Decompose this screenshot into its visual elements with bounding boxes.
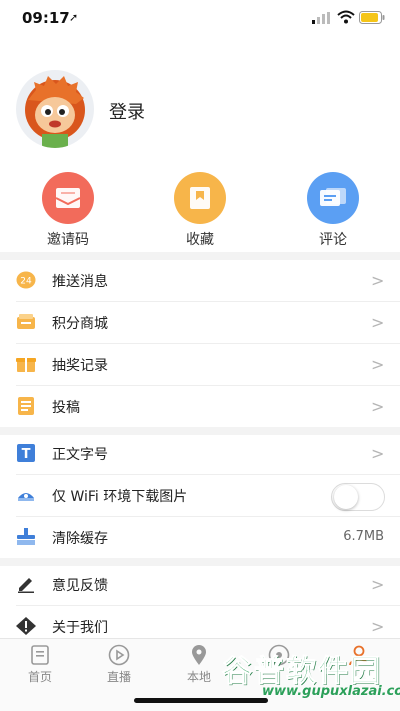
profile-header[interactable]: 登录 [0, 70, 400, 150]
svg-text:24: 24 [20, 277, 32, 287]
menu-label: 积分商城 [52, 316, 108, 332]
shortcut-label: 邀请码 [47, 232, 89, 248]
pencil-icon [18, 578, 34, 593]
menu-item-lottery-records[interactable]: 抽奖记录 > [0, 343, 400, 385]
shortcut-label: 收藏 [186, 232, 214, 248]
favorites-shortcut[interactable]: 收藏 [155, 172, 245, 249]
invite-code-shortcut[interactable]: 邀请码 [23, 172, 113, 249]
site-watermark: 谷普软件园 www.gupuxlazai.com [218, 646, 400, 706]
tab-label: 直播 [106, 670, 131, 684]
chevron-right-icon: > [371, 444, 385, 463]
chevron-right-icon: > [371, 271, 385, 290]
cache-size-value: 6.7MB [343, 529, 384, 544]
envelope-icon [42, 172, 94, 224]
comment-icon [307, 172, 359, 224]
location-arrow-icon: ➚ [69, 11, 79, 24]
tab-live[interactable]: 直播 [89, 643, 149, 685]
avatar[interactable] [16, 70, 94, 148]
signal-icon [312, 12, 330, 24]
tab-label: 首页 [27, 670, 52, 684]
chevron-right-icon: > [371, 313, 385, 332]
menu-label: 清除缓存 [52, 531, 108, 547]
menu-label: 仅 WiFi 环境下载图片 [52, 489, 188, 505]
home-indicator [134, 698, 268, 703]
menu-item-wifi-images: 仅 WiFi 环境下载图片 [0, 474, 400, 516]
menu-item-font-size[interactable]: T 正文字号 > [0, 432, 400, 474]
status-bar: 09:17 ➚ [0, 0, 400, 40]
menu-item-push-messages[interactable]: 24 推送消息 > [0, 259, 400, 301]
clear-cache-icon [17, 528, 35, 545]
menu-item-feedback[interactable]: 意见反馈 > [0, 563, 400, 605]
play-icon [108, 644, 130, 666]
shortcut-label: 评论 [319, 232, 347, 248]
wifi-images-toggle[interactable] [331, 483, 385, 511]
bookmark-icon [174, 172, 226, 224]
tab-home[interactable]: 首页 [10, 643, 70, 685]
menu-label: 意见反馈 [52, 578, 108, 594]
push-message-icon: 24 [16, 271, 36, 289]
menu-item-submission[interactable]: 投稿 > [0, 385, 400, 427]
menu-item-points-mall[interactable]: 积分商城 > [0, 301, 400, 343]
watermark-url: www.gupuxlazai.com [262, 684, 400, 699]
menu-label: 正文字号 [52, 447, 108, 463]
comments-shortcut[interactable]: 评论 [288, 172, 378, 249]
chevron-right-icon: > [371, 575, 385, 594]
chevron-right-icon: > [371, 355, 385, 374]
login-link[interactable]: 登录 [109, 98, 145, 124]
gift-icon [16, 358, 36, 372]
document-icon [18, 397, 34, 415]
battery-icon [359, 11, 385, 24]
wifi-icon [337, 10, 355, 24]
menu-label: 投稿 [52, 400, 80, 416]
menu-label: 推送消息 [52, 274, 108, 290]
points-mall-icon [17, 314, 35, 329]
chevron-right-icon: > [371, 397, 385, 416]
text-size-icon: T [17, 444, 35, 462]
lion-mascot-avatar-icon [25, 76, 85, 148]
warning-icon [16, 617, 36, 635]
shortcut-row: 邀请码 收藏 评论 [0, 172, 400, 248]
chevron-right-icon: > [371, 617, 385, 636]
svg-text:T: T [22, 447, 31, 462]
status-time: 09:17 [22, 9, 70, 27]
menu-label: 关于我们 [52, 620, 108, 636]
menu-label: 抽奖记录 [52, 358, 108, 374]
location-pin-icon [192, 645, 206, 665]
toggle-knob [334, 485, 358, 509]
menu-item-clear-cache[interactable]: 清除缓存 6.7MB [0, 516, 400, 558]
home-icon [31, 645, 49, 665]
wifi-download-icon [18, 493, 34, 501]
